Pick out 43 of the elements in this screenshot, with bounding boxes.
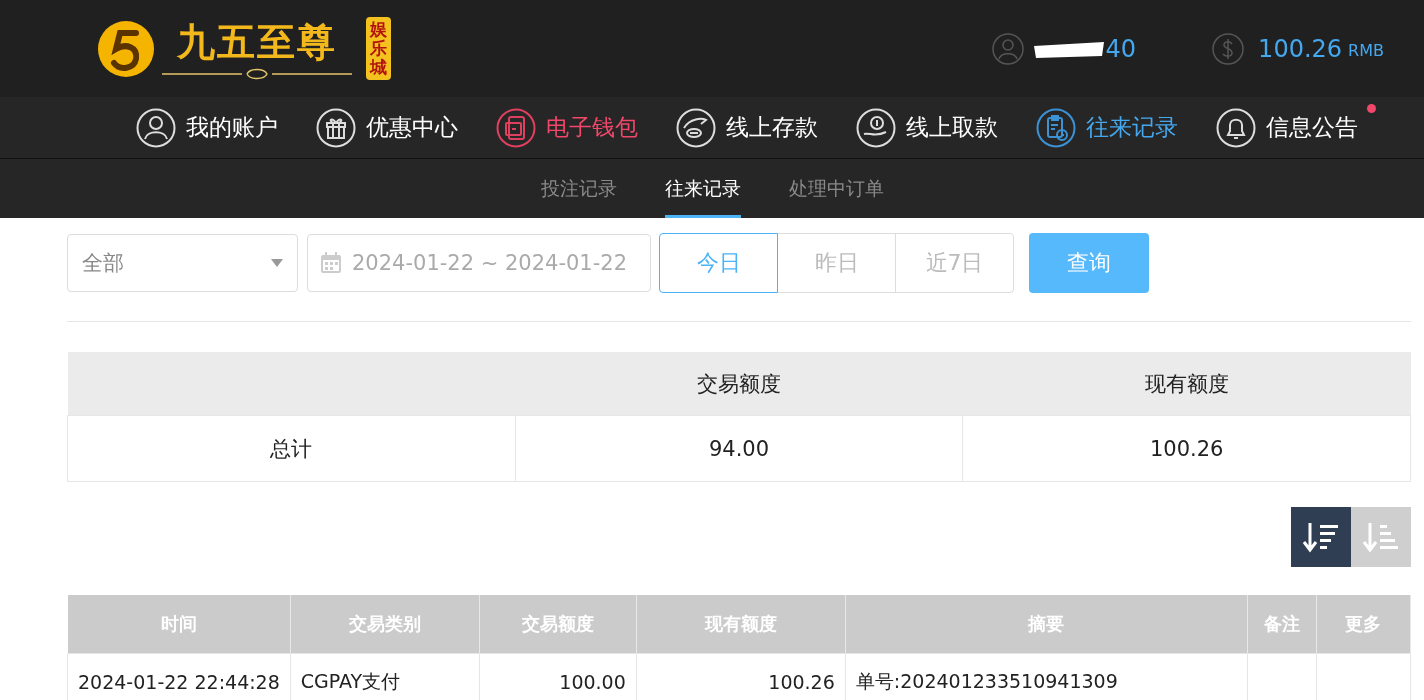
user-icon bbox=[991, 32, 1024, 65]
date-range-button[interactable]: 今日 bbox=[659, 233, 778, 293]
nav-item[interactable]: 优惠中心 bbox=[316, 107, 458, 148]
sub-tab[interactable]: 投注记录 bbox=[540, 159, 617, 218]
nav-item[interactable]: 线上取款 bbox=[856, 107, 998, 148]
user-icon bbox=[136, 107, 176, 148]
brand-name: 九五至尊 bbox=[177, 19, 337, 66]
bell-icon bbox=[1216, 107, 1256, 148]
date-range-field[interactable]: 2024-01-22 ~ 2024-01-22 bbox=[307, 234, 651, 292]
table-cell: 100.26 bbox=[768, 671, 835, 693]
sub-tab[interactable]: 处理中订单 bbox=[788, 159, 884, 218]
calendar-icon bbox=[320, 252, 342, 274]
table-cell: 94.00 bbox=[515, 415, 963, 482]
balance: 100.26 bbox=[1258, 34, 1343, 63]
row-label: 总计 bbox=[67, 415, 516, 482]
wallet-icon bbox=[496, 107, 536, 148]
column-header: 现有额度 bbox=[962, 352, 1411, 416]
sub-tab[interactable]: 往来记录 bbox=[664, 159, 741, 218]
logo-icon bbox=[96, 18, 156, 79]
table-cell: CGPAY支付 bbox=[300, 670, 401, 692]
nav-item[interactable]: 我的账户 bbox=[136, 107, 278, 148]
column-header: 交易额度 bbox=[515, 352, 963, 416]
username: 40 bbox=[1105, 34, 1137, 63]
currency: RMB bbox=[1348, 40, 1384, 60]
brand-badge: 娱乐城 bbox=[366, 17, 391, 80]
dollar-icon bbox=[1212, 32, 1245, 65]
hand-dollar-icon bbox=[856, 107, 896, 148]
nav-item[interactable]: 往来记录 bbox=[1036, 107, 1178, 148]
table-cell: 单号:202401233510941309 bbox=[855, 670, 1118, 692]
table-cell: 100.00 bbox=[559, 671, 626, 693]
gift-icon bbox=[316, 107, 356, 148]
nav-item[interactable]: 信息公告 bbox=[1216, 107, 1358, 148]
caret-icon bbox=[271, 259, 283, 267]
sort-descending-button[interactable] bbox=[1291, 507, 1351, 567]
hand-coin-icon bbox=[676, 107, 716, 148]
table-cell: 100.26 bbox=[962, 415, 1411, 482]
nav-item[interactable]: 线上存款 bbox=[676, 107, 818, 148]
type-select[interactable]: 全部 bbox=[67, 234, 298, 292]
table-cell: 2024-01-22 22:44:28 bbox=[78, 671, 280, 693]
clipboard-clock-icon bbox=[1036, 107, 1076, 148]
redaction-mark bbox=[1033, 39, 1104, 58]
nav-item[interactable]: 电子钱包 bbox=[496, 107, 638, 148]
ornament-icon bbox=[162, 68, 352, 80]
